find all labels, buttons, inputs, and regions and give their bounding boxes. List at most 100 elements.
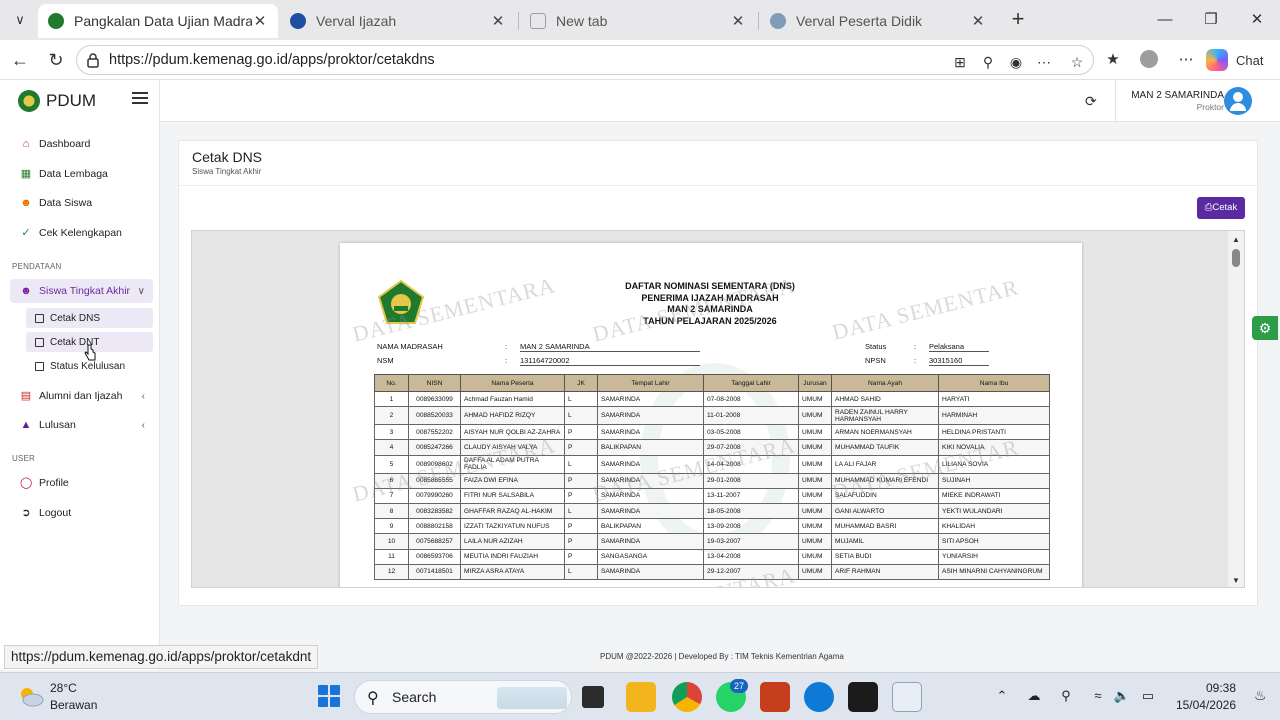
sidebar-item-cek-kelengkapan[interactable]: ✓ Cek Kelengkapan (10, 221, 153, 245)
reload-icon[interactable]: ↻ (44, 48, 68, 72)
colon: : (505, 356, 508, 365)
pdf-viewer[interactable]: DAFTAR NOMINASI SEMENTARA (DNS) PENERIMA… (191, 230, 1245, 588)
close-window-icon[interactable]: ✕ (1242, 8, 1272, 32)
tab-list-chevron-icon[interactable]: ∨ (6, 6, 34, 34)
back-arrow-icon[interactable]: ← (8, 48, 32, 72)
sidebar-item-data-siswa[interactable]: ☻ Data Siswa (10, 191, 153, 215)
windows-start-icon[interactable] (318, 685, 340, 707)
file-explorer-icon[interactable] (626, 682, 656, 712)
favorite-star-icon[interactable]: ☆ (1068, 53, 1086, 71)
section-header-pendataan: PENDATAAN (12, 262, 62, 271)
sidebar-item-label: Dashboard (39, 138, 91, 150)
snipping-tool-icon[interactable] (892, 682, 922, 712)
new-tab-plus-icon[interactable]: + (1006, 8, 1030, 32)
profile-avatar-icon[interactable] (1140, 50, 1160, 70)
table-cell: 9 (374, 518, 409, 535)
tab-title: Pangkalan Data Ujian Madrasah (74, 13, 252, 29)
close-tab-icon[interactable]: ✕ (970, 12, 986, 30)
user-name[interactable]: MAN 2 SAMARINDA (1131, 90, 1224, 101)
scroll-up-icon[interactable]: ▲ (1232, 235, 1240, 244)
nama-madrasah-label: NAMA MADRASAH (377, 342, 443, 351)
taskbar-search[interactable]: ⚲ Search (354, 680, 572, 714)
app-grid-icon[interactable]: ⊞ (951, 53, 969, 71)
table-cell: IZZATI TAZKIYATUN NUFUS (460, 518, 565, 535)
dns-document-page: DAFTAR NOMINASI SEMENTARA (DNS) PENERIMA… (340, 243, 1082, 587)
restore-icon[interactable]: ❐ (1196, 8, 1226, 32)
tab-pangkalan-data[interactable]: Pangkalan Data Ujian Madrasah ✕ (38, 4, 278, 38)
table-row: 11 0086593706 MEUTIA INDRI FAUZIAH P SANGASA… (374, 548, 1050, 565)
zoom-icon[interactable]: ⚲ (979, 53, 997, 71)
settings-more-icon[interactable]: ⋯ (1176, 50, 1196, 70)
clock-date[interactable]: 15/04/2026 (1176, 698, 1236, 712)
table-cell: L (564, 406, 598, 426)
settings-gear-icon[interactable]: ⚙ (1252, 316, 1278, 340)
sidebar-item-lulusan[interactable]: ▲ Lulusan ‹ (10, 413, 153, 437)
more-tools-icon[interactable]: ⋯ (1035, 53, 1053, 71)
close-tab-icon[interactable]: ✕ (490, 12, 506, 30)
table-header-cell: Nama Ayah (831, 374, 939, 392)
clock-time[interactable]: 09:38 (1206, 681, 1236, 695)
table-cell: 13-11-2007 (703, 487, 799, 504)
close-tab-icon[interactable]: ✕ (730, 12, 746, 30)
tab-verval-peserta-didik[interactable]: Verval Peserta Didik ✕ (760, 4, 996, 38)
table-cell: SAMARINDA (597, 563, 704, 580)
sticky-notes-icon[interactable] (848, 682, 878, 712)
favorites-icon[interactable]: ★ (1103, 50, 1123, 70)
partly-cloudy-icon[interactable] (18, 685, 44, 707)
tab-new-tab[interactable]: New tab ✕ (520, 4, 756, 38)
vertical-scrollbar[interactable]: ▲ ▼ (1228, 231, 1244, 587)
sidebar-item-siswa-tingkat-akhir[interactable]: ☻ Siswa Tingkat Akhir ∨ (10, 279, 153, 303)
tab-verval-ijazah[interactable]: Verval Ijazah ✕ (280, 4, 516, 38)
brand[interactable]: PDUM (18, 90, 96, 112)
table-cell: P (564, 518, 598, 535)
table-cell: LAILA NUR AZIZAH (460, 533, 565, 550)
minimize-icon[interactable]: — (1150, 8, 1180, 32)
powerpoint-icon[interactable] (760, 682, 790, 712)
sidebar-item-label: Data Lembaga (39, 168, 108, 180)
table-cell: L (564, 390, 598, 408)
microphone-icon[interactable]: ⚲ (1057, 687, 1075, 705)
heading-line: DAFTAR NOMINASI SEMENTARA (DNS) (625, 281, 795, 291)
table-cell: MUHAMMAD TAUFIK (831, 439, 939, 456)
weather-description[interactable]: Berawan (50, 698, 97, 712)
sidebar-item-dashboard[interactable]: ⌂ Dashboard (10, 132, 153, 156)
cloud-off-icon[interactable]: ☁ (1025, 687, 1043, 705)
table-cell: GANI ALWARTO (831, 502, 939, 520)
table-cell: 0087552202 (408, 424, 461, 441)
scroll-down-icon[interactable]: ▼ (1232, 576, 1240, 585)
sidebar-sub-cetak-dns[interactable]: Cetak DNS (26, 308, 153, 328)
verval-favicon-icon (290, 13, 306, 29)
sidebar-item-logout[interactable]: ➲ Logout (10, 501, 153, 525)
hamburger-menu-icon[interactable] (132, 92, 148, 106)
divider (179, 185, 1259, 186)
table-header-cell: Jurusan (798, 374, 832, 392)
close-tab-icon[interactable]: ✕ (252, 12, 268, 30)
volume-icon[interactable]: 🔈 (1113, 687, 1131, 705)
sidebar-item-profile[interactable]: ◯ Profile (10, 471, 153, 495)
web-page: PDUM ⌂ Dashboard ▦ Data Lembaga ☻ Data S… (0, 80, 1280, 670)
print-button-label: Cetak (1212, 202, 1238, 213)
sync-icon[interactable]: ⟳ (1085, 93, 1097, 110)
sidebar-item-data-lembaga[interactable]: ▦ Data Lembaga (10, 162, 153, 186)
print-button[interactable]: ⎙Cetak (1197, 197, 1245, 219)
chrome-icon[interactable] (672, 682, 702, 712)
task-view-icon[interactable] (582, 686, 604, 708)
scroll-thumb[interactable] (1232, 249, 1240, 267)
table-cell: HARYATI (938, 390, 1050, 408)
copilot-chat-button[interactable]: Chat (1206, 48, 1263, 72)
address-field[interactable]: https://pdum.kemenag.go.id/apps/proktor/… (76, 45, 1094, 75)
table-cell: UMUM (798, 487, 832, 504)
table-cell: ARIF RAHMAN (831, 563, 939, 580)
sidebar-item-alumni-ijazah[interactable]: ▤ Alumni dan Ijazah ‹ (10, 384, 153, 408)
wifi-icon[interactable]: ≈ (1089, 687, 1107, 705)
table-cell: AHMAD HAFIDZ RIZQY (460, 406, 565, 426)
tracking-prevention-icon[interactable]: ◉ (1007, 53, 1025, 71)
show-hidden-icons-chevron-icon[interactable]: ⌃ (993, 687, 1011, 705)
weather-temperature[interactable]: 28°C (50, 681, 77, 695)
table-cell: P (564, 424, 598, 441)
battery-icon[interactable]: ▭ (1139, 687, 1157, 705)
notification-bell-icon[interactable]: ♨ (1254, 687, 1267, 704)
logout-icon: ➲ (21, 507, 31, 519)
avatar[interactable] (1224, 87, 1252, 115)
edge-icon[interactable] (804, 682, 834, 712)
